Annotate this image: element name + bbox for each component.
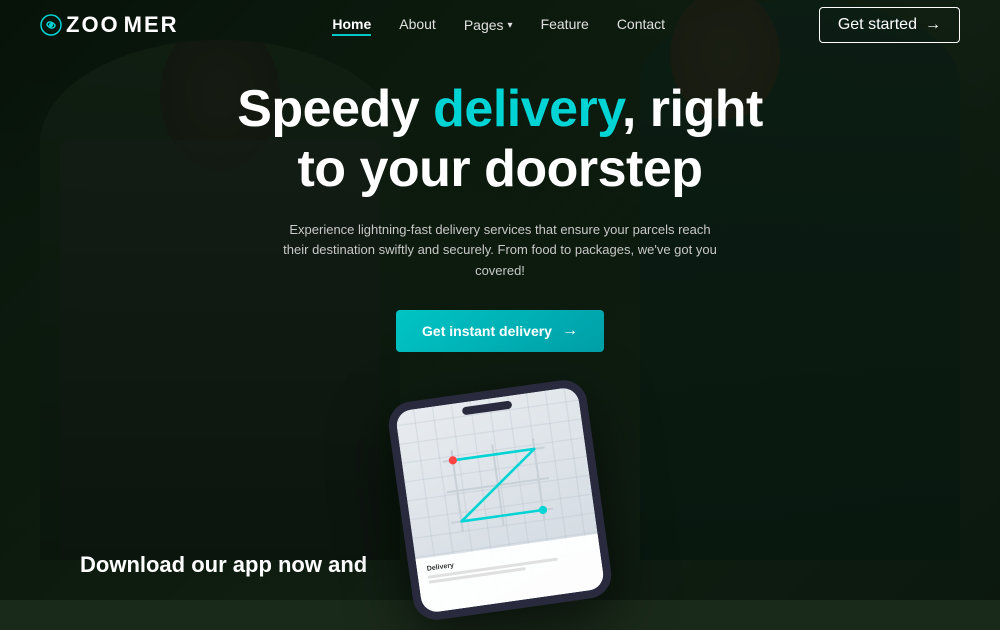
nav-contact[interactable]: Contact [617,16,665,32]
nav-pages-label: Pages [464,17,504,33]
get-started-label: Get started [838,16,917,34]
nav-feature[interactable]: Feature [541,16,589,32]
get-started-button[interactable]: Get started → [819,7,960,43]
cta-arrow-icon: → [562,322,578,340]
phone-mockup: Delivery [386,377,615,623]
logo-icon [40,14,62,36]
cta-label: Get instant delivery [422,323,552,339]
hero-title-line2: to your doorstep [297,140,702,198]
hero-title: Speedy delivery, right to your doorstep [237,80,763,200]
nav-pages-dropdown[interactable]: Pages ▾ [464,17,513,33]
hero-content: Speedy delivery, right to your doorstep … [0,80,1000,352]
logo-text-part2: MER [124,12,179,38]
get-started-arrow-icon: → [925,16,941,34]
map-route [419,419,577,552]
hero-title-part2: , right [622,80,763,138]
nav-home[interactable]: Home [332,16,371,36]
phone-mockup-area: Delivery [360,390,640,630]
phone-screen: Delivery [395,386,606,614]
chevron-down-icon: ▾ [508,20,513,31]
hero-title-highlight: delivery [433,80,622,138]
hero-title-part1: Speedy [237,80,433,138]
nav-links: Home About Pages ▾ Feature Contact [332,16,665,34]
logo[interactable]: ZOOMER [40,12,179,38]
logo-text-part1: ZOO [66,12,120,38]
navbar: ZOOMER Home About Pages ▾ Feature Contac… [0,0,1000,50]
bottom-text: Download our app now and [80,551,367,580]
nav-about[interactable]: About [399,16,436,32]
hero-description: Experience lightning-fast delivery servi… [280,220,720,282]
instant-delivery-button[interactable]: Get instant delivery → [396,310,604,352]
bottom-text-line1: Download our app now and [80,552,367,577]
